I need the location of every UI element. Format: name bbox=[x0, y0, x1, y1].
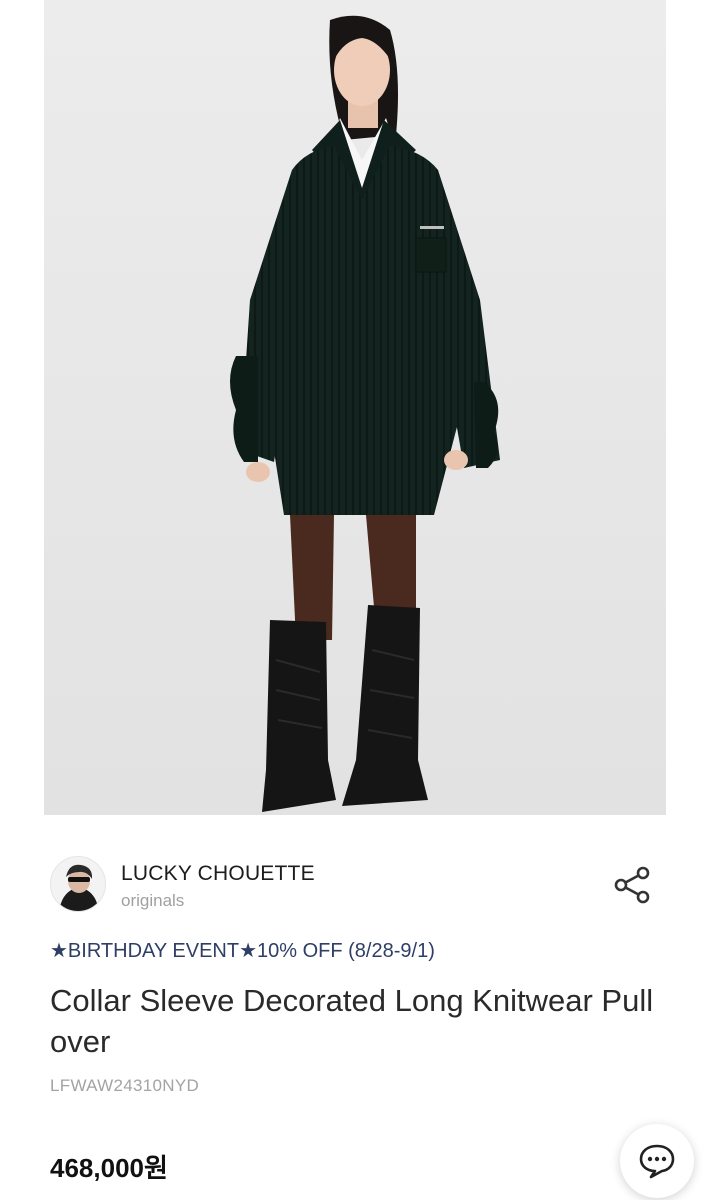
brand-avatar[interactable] bbox=[50, 856, 106, 912]
product-title: Collar Sleeve Decorated Long Knitwear Pu… bbox=[50, 983, 654, 1059]
model-illustration bbox=[44, 0, 666, 815]
chat-button[interactable] bbox=[620, 1124, 694, 1198]
share-icon bbox=[614, 866, 650, 904]
product-price: 468,000원 bbox=[50, 1153, 168, 1183]
brand-name[interactable]: LUCKY CHOUETTE bbox=[121, 862, 315, 886]
share-button[interactable] bbox=[612, 864, 654, 906]
chat-bubble-icon bbox=[639, 1144, 675, 1179]
brand-row: LUCKY CHOUETTE originals bbox=[50, 856, 660, 914]
brand-logo-icon bbox=[51, 857, 105, 911]
product-code: LFWAW24310NYD bbox=[50, 1076, 200, 1095]
brand-subtitle: originals bbox=[121, 891, 185, 910]
product-image[interactable] bbox=[44, 0, 666, 815]
event-banner-text: ★BIRTHDAY EVENT★10% OFF (8/28-9/1) bbox=[50, 940, 435, 962]
